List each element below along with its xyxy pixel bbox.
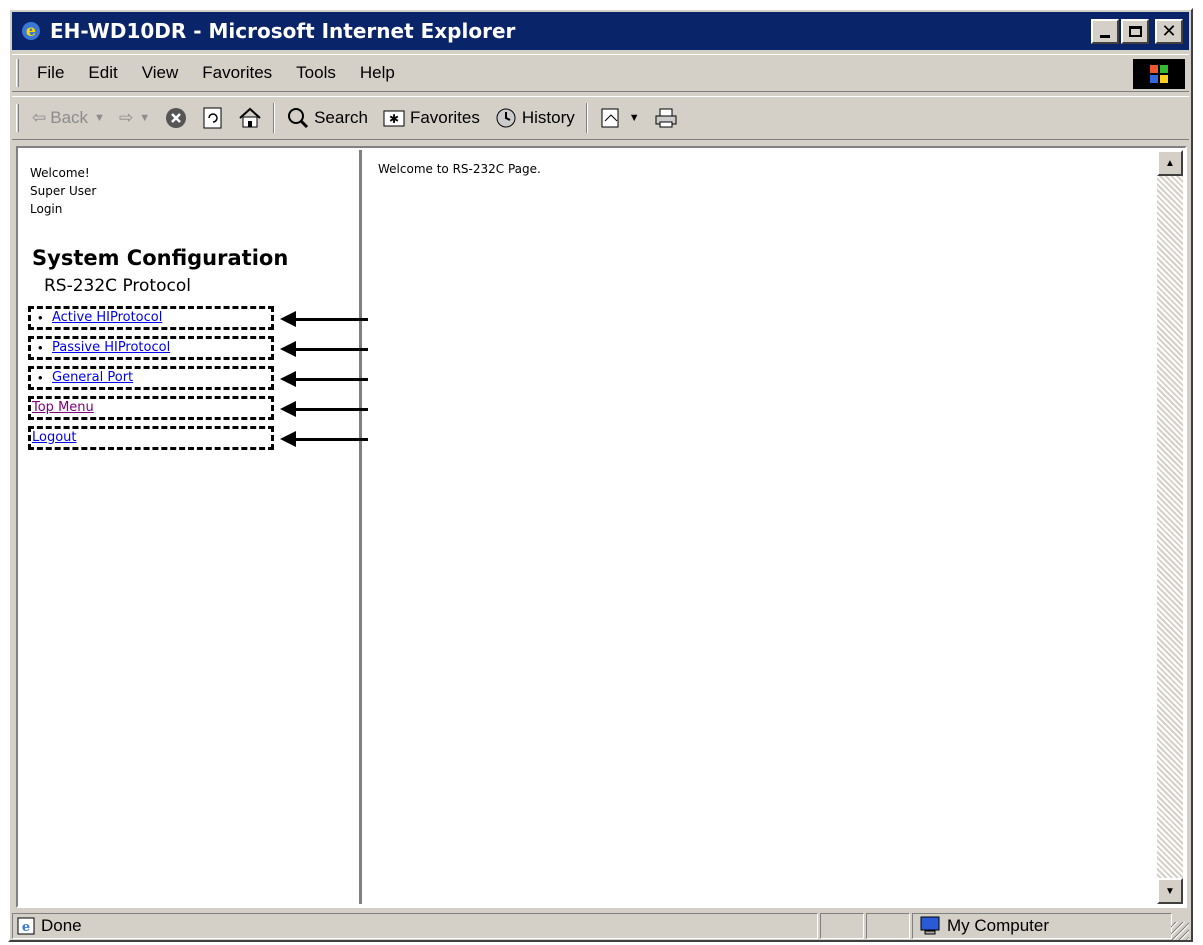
toolbar-grip[interactable] — [16, 104, 19, 132]
minimize-button[interactable] — [1091, 19, 1119, 44]
home-button[interactable] — [231, 107, 269, 129]
search-label: Search — [314, 108, 368, 127]
link-general-port[interactable]: General Port — [52, 370, 133, 385]
scroll-down-button[interactable]: ▼ — [1157, 878, 1183, 904]
section-title: System Configuration — [32, 246, 289, 270]
bullet-icon: • — [38, 310, 43, 325]
scroll-up-button[interactable]: ▲ — [1157, 150, 1183, 176]
home-icon — [239, 107, 261, 128]
back-label: Back — [50, 108, 89, 127]
svg-text:e: e — [22, 920, 30, 935]
svg-text:✱: ✱ — [389, 112, 399, 126]
ie-page-icon: e — [17, 917, 35, 935]
status-pane-empty — [866, 913, 910, 939]
subsection-title: RS-232C Protocol — [44, 276, 191, 296]
link-active-hiprotocol[interactable]: Active HIProtocol — [52, 310, 162, 325]
zone-text: My Computer — [947, 916, 1050, 935]
ie-logo-icon: e — [18, 18, 44, 44]
refresh-button[interactable] — [195, 106, 231, 130]
login-text: Login — [30, 202, 63, 216]
menu-bar: File Edit View Favorites Tools Help — [12, 54, 1189, 92]
svg-text:e: e — [26, 21, 36, 40]
history-icon — [496, 108, 516, 128]
favorites-folder-icon: ✱ — [383, 110, 405, 127]
menu-help[interactable]: Help — [348, 63, 407, 83]
back-button[interactable]: ⇦ Back ▼ — [25, 108, 112, 128]
mail-button[interactable]: ▼ — [592, 106, 647, 130]
back-arrow-icon: ⇦ — [32, 108, 47, 127]
navigation-frame: Welcome! Super User Login System Configu… — [20, 150, 362, 904]
toolbar-separator — [273, 103, 276, 133]
window-title: EH-WD10DR - Microsoft Internet Explorer — [50, 19, 516, 43]
toolbar: ⇦ Back ▼ ⇨ ▼ Search ✱ Favorites History — [12, 96, 1189, 140]
close-button[interactable]: ✕ — [1155, 19, 1183, 44]
status-text: Done — [41, 916, 82, 935]
link-logout[interactable]: Logout — [32, 430, 77, 445]
my-computer-icon — [920, 916, 940, 935]
print-icon — [655, 108, 677, 128]
menu-file[interactable]: File — [25, 63, 76, 83]
maximize-icon — [1128, 26, 1142, 37]
link-passive-hiprotocol[interactable]: Passive HIProtocol — [52, 340, 170, 355]
forward-button[interactable]: ⇨ ▼ — [112, 108, 157, 128]
zone-pane: My Computer — [912, 913, 1172, 939]
search-button[interactable]: Search — [279, 106, 375, 130]
welcome-block: Welcome! Super User Login — [30, 164, 96, 218]
menu-tools[interactable]: Tools — [284, 63, 348, 83]
favorites-button[interactable]: ✱ Favorites — [375, 107, 487, 129]
print-button[interactable] — [647, 107, 685, 129]
link-top-menu[interactable]: Top Menu — [32, 400, 94, 415]
menu-edit[interactable]: Edit — [76, 63, 129, 83]
close-icon: ✕ — [1161, 21, 1177, 42]
bullet-icon: • — [38, 340, 43, 355]
maximize-button[interactable] — [1121, 19, 1149, 44]
bullet-icon: • — [38, 370, 43, 385]
back-dropdown-icon[interactable]: ▼ — [94, 112, 105, 124]
page-message: Welcome to RS-232C Page. — [378, 162, 541, 176]
favorites-label: Favorites — [409, 108, 480, 127]
history-button[interactable]: History — [487, 106, 582, 130]
status-pane: e Done — [12, 913, 818, 939]
menubar-grip[interactable] — [16, 59, 19, 87]
vertical-scrollbar[interactable]: ▲ ▼ — [1157, 150, 1183, 904]
up-arrow-icon: ▲ — [1165, 157, 1175, 169]
refresh-icon — [203, 107, 222, 129]
resize-grip[interactable] — [1171, 922, 1189, 940]
browser-content: Welcome! Super User Login System Configu… — [16, 146, 1187, 908]
title-bar[interactable]: e EH-WD10DR - Microsoft Internet Explore… — [12, 12, 1189, 50]
windows-logo-icon — [1133, 59, 1185, 89]
minimize-icon — [1100, 35, 1110, 38]
history-label: History — [521, 108, 575, 127]
mail-dropdown-icon[interactable]: ▼ — [629, 112, 640, 124]
menu-favorites[interactable]: Favorites — [190, 63, 284, 83]
stop-icon — [166, 108, 187, 128]
toolbar-separator — [585, 103, 588, 133]
search-icon — [288, 108, 309, 129]
main-frame: Welcome to RS-232C Page. — [368, 150, 1158, 904]
user-name: Super User — [30, 184, 97, 198]
status-pane-empty — [820, 913, 864, 939]
forward-arrow-icon: ⇨ — [118, 108, 134, 127]
mail-icon — [601, 108, 619, 128]
forward-dropdown-icon[interactable]: ▼ — [139, 112, 150, 124]
menu-view[interactable]: View — [130, 63, 191, 83]
status-bar: e Done My Computer — [12, 912, 1189, 940]
down-arrow-icon: ▼ — [1165, 885, 1175, 897]
browser-window: e EH-WD10DR - Microsoft Internet Explore… — [8, 8, 1193, 942]
welcome-text: Welcome! — [30, 166, 90, 180]
stop-button[interactable] — [157, 106, 195, 130]
